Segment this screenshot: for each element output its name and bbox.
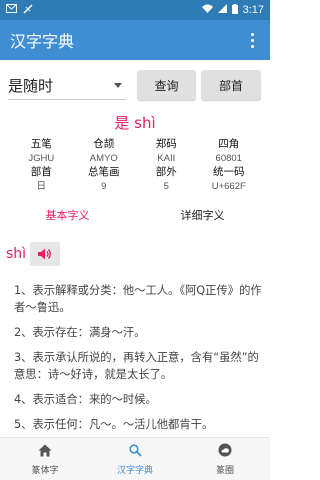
dropdown-arrow-icon bbox=[114, 83, 122, 88]
info-label: 四角 bbox=[218, 138, 240, 150]
signal-slash-icon bbox=[23, 3, 33, 17]
info-label: 统一码 bbox=[213, 166, 245, 178]
app-title: 汉字字典 bbox=[10, 32, 75, 51]
select-value: 是随时 bbox=[8, 77, 54, 95]
info-value: 60801 bbox=[215, 153, 242, 164]
nav-label: 篆圈 bbox=[215, 466, 234, 476]
definitions-list: 1、表示解释或分类：他～工人。《阿Q正传》的作者～鲁迅。 2、表示存在：满身～汗… bbox=[14, 282, 262, 441]
definition-tabs: 基本字义 详细字义 bbox=[0, 202, 270, 230]
info-label: 部外 bbox=[155, 166, 177, 178]
definition-item: 1、表示解释或分类：他～工人。《阿Q正传》的作者～鲁迅。 bbox=[14, 284, 262, 314]
definition-item: 5、表示任何：凡～。～活儿他都肯干。 bbox=[14, 418, 214, 431]
cell-signal-icon bbox=[217, 4, 227, 16]
info-value: U+662F bbox=[211, 181, 246, 192]
nav-label: 篆体字 bbox=[31, 466, 59, 476]
bottom-navigation: 篆体字 汉字字典 篆圈 bbox=[0, 437, 270, 480]
definition-item: 3、表示承认所说的，再转入正意，含有“虽然”的意思：诗～好诗，就是太长了。 bbox=[14, 351, 259, 381]
info-label: 部首 bbox=[30, 166, 52, 178]
query-row: 是随时 查询 部首 bbox=[0, 60, 270, 110]
nav-seal-circle[interactable]: 篆圈 bbox=[180, 438, 270, 480]
status-bar: 3:17 bbox=[0, 0, 270, 20]
cloud-icon bbox=[218, 442, 232, 461]
character-info-grid: 五笔 仓颉 郑码 四角 JGHU AMYO KAII 60801 部首 总笔画 … bbox=[10, 138, 260, 193]
search-icon bbox=[128, 442, 142, 461]
pinyin-row: shì bbox=[6, 242, 61, 266]
definition-item: 2、表示存在：满身～汗。 bbox=[14, 326, 146, 339]
info-value: 日 bbox=[36, 181, 46, 192]
speaker-icon bbox=[38, 245, 52, 264]
info-value: 5 bbox=[163, 181, 169, 192]
tab-detailed-meaning[interactable]: 详细字义 bbox=[135, 202, 270, 230]
info-label: 仓颉 bbox=[93, 138, 115, 150]
info-value: AMYO bbox=[89, 153, 118, 164]
more-vert-icon[interactable] bbox=[244, 28, 260, 52]
radical-button[interactable]: 部首 bbox=[201, 70, 261, 100]
info-value: JGHU bbox=[28, 153, 55, 164]
speaker-button[interactable] bbox=[30, 242, 61, 266]
wifi-icon bbox=[201, 4, 213, 16]
mail-icon bbox=[6, 4, 17, 16]
definition-item: 4、表示适合：来的～时候。 bbox=[14, 393, 157, 406]
character-header: 是 shì bbox=[114, 114, 156, 132]
info-label: 郑码 bbox=[155, 138, 177, 150]
info-value: 9 bbox=[101, 181, 107, 192]
info-value: KAII bbox=[157, 153, 176, 164]
battery-icon bbox=[231, 3, 238, 17]
status-time: 3:17 bbox=[242, 4, 264, 16]
character-select[interactable]: 是随时 bbox=[8, 72, 126, 100]
nav-dictionary[interactable]: 汉字字典 bbox=[90, 438, 180, 480]
nav-seal-script[interactable]: 篆体字 bbox=[0, 438, 90, 480]
tab-basic-meaning[interactable]: 基本字义 bbox=[0, 202, 135, 230]
info-label: 五笔 bbox=[30, 138, 52, 150]
home-icon bbox=[38, 442, 52, 461]
app-bar: 汉字字典 bbox=[0, 20, 270, 60]
query-button[interactable]: 查询 bbox=[137, 70, 196, 100]
nav-label: 汉字字典 bbox=[116, 466, 153, 476]
pinyin-text: shì bbox=[6, 246, 27, 262]
info-label: 总笔画 bbox=[88, 166, 120, 178]
